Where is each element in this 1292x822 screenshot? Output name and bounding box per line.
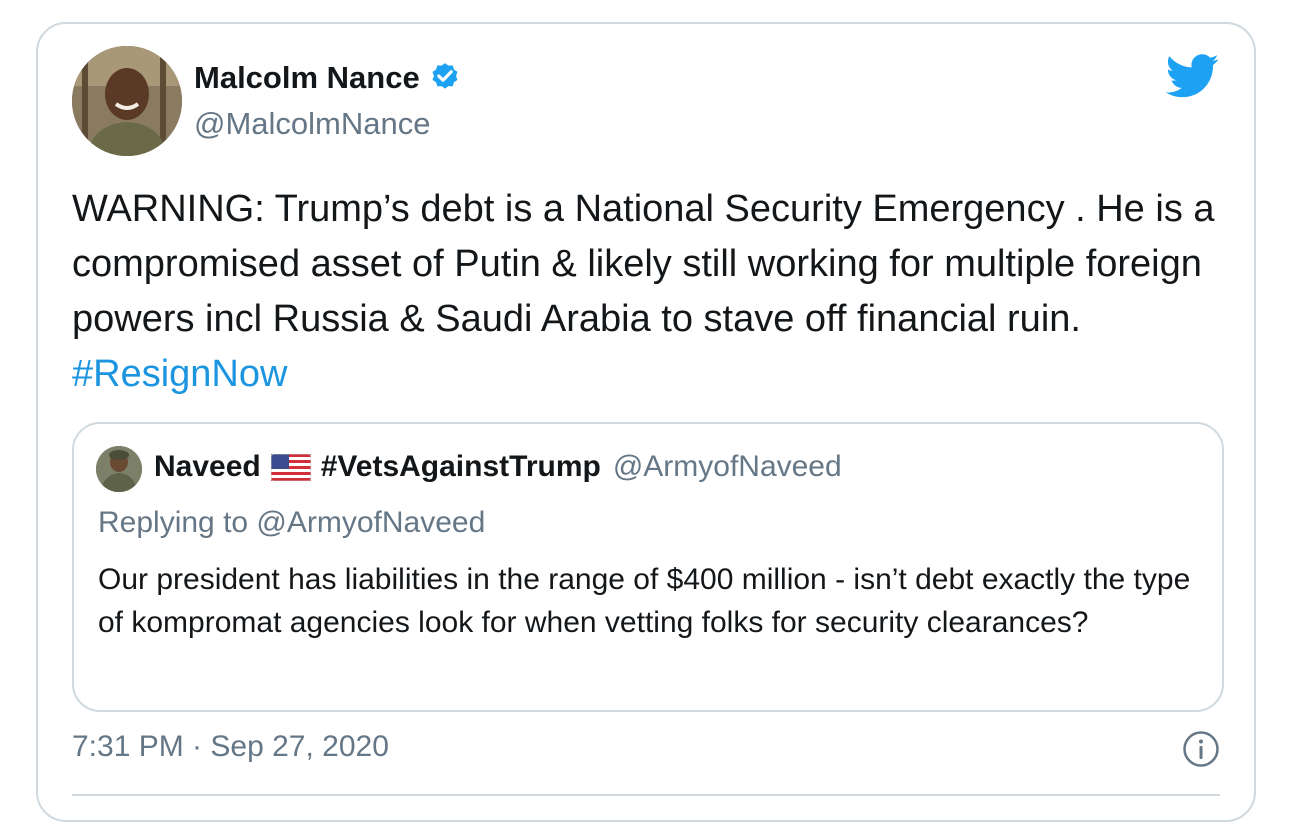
- quoted-header: Naveed #VetsAgainstTrump @ArmyofNaveed: [154, 450, 842, 484]
- verified-badge-icon: [432, 63, 458, 89]
- replying-to[interactable]: Replying to @ArmyofNaveed: [98, 506, 485, 540]
- us-flag-icon: [270, 453, 311, 481]
- twitter-bird-icon[interactable]: [1166, 54, 1220, 98]
- tweet-body: WARNING: Trump’s debt is a National Secu…: [72, 188, 1226, 340]
- tweet-timestamp[interactable]: 7:31 PM · Sep 27, 2020: [72, 730, 389, 764]
- info-icon[interactable]: [1182, 730, 1220, 768]
- quoted-text: Our president has liabilities in the ran…: [98, 563, 1191, 639]
- tweet-card[interactable]: Malcolm Nance @MalcolmNance WARNING: Tru…: [36, 22, 1256, 822]
- quoted-author-tag[interactable]: #VetsAgainstTrump: [321, 450, 601, 484]
- author-name-text[interactable]: Malcolm Nance: [194, 60, 420, 96]
- author-handle[interactable]: @MalcolmNance: [194, 106, 430, 142]
- hashtag-link[interactable]: #ResignNow: [72, 353, 287, 395]
- author-name[interactable]: Malcolm Nance: [194, 60, 462, 96]
- quoted-tweet[interactable]: Naveed #VetsAgainstTrump @ArmyofNaveed R…: [72, 422, 1224, 712]
- author-avatar[interactable]: [72, 46, 182, 156]
- quoted-author-name[interactable]: Naveed: [154, 450, 261, 484]
- quoted-author-avatar[interactable]: [96, 446, 142, 492]
- quoted-author-handle[interactable]: @ArmyofNaveed: [613, 450, 842, 484]
- divider: [72, 794, 1220, 796]
- tweet-text: WARNING: Trump’s debt is a National Secu…: [72, 182, 1222, 402]
